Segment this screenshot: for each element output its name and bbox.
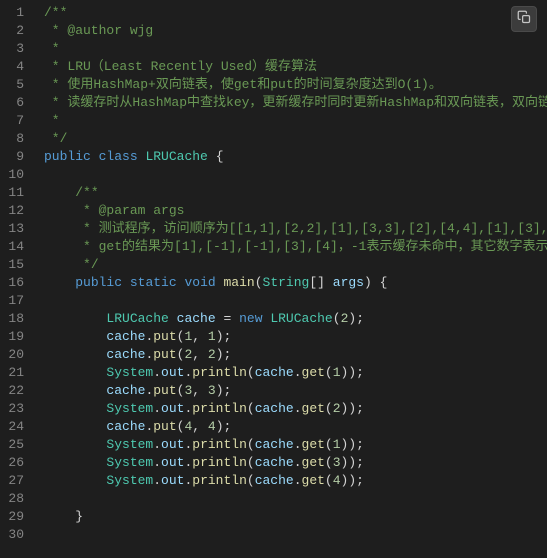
line-number: 10 [4, 166, 24, 184]
line-number: 9 [4, 148, 24, 166]
code-line: * [44, 40, 547, 58]
code-content[interactable]: /** * @author wjg * * LRU（Least Recently… [32, 0, 547, 558]
line-number: 16 [4, 274, 24, 292]
line-number: 29 [4, 508, 24, 526]
line-number: 1 [4, 4, 24, 22]
code-line: * LRU（Least Recently Used）缓存算法 [44, 58, 547, 76]
line-number: 22 [4, 382, 24, 400]
code-line: System.out.println(cache.get(1)); [44, 436, 547, 454]
line-number: 24 [4, 418, 24, 436]
line-number: 7 [4, 112, 24, 130]
code-line: cache.put(2, 2); [44, 346, 547, 364]
line-number: 30 [4, 526, 24, 544]
code-line [44, 526, 547, 544]
code-line: * @author wjg [44, 22, 547, 40]
code-line: LRUCache cache = new LRUCache(2); [44, 310, 547, 328]
code-line [44, 490, 547, 508]
line-number: 12 [4, 202, 24, 220]
line-number: 23 [4, 400, 24, 418]
line-number: 2 [4, 22, 24, 40]
code-editor[interactable]: 1234567891011121314151617181920212223242… [0, 0, 547, 558]
line-number: 18 [4, 310, 24, 328]
code-line: /** [44, 4, 547, 22]
code-line: * @param args [44, 202, 547, 220]
code-line [44, 292, 547, 310]
line-number: 28 [4, 490, 24, 508]
code-line: */ [44, 130, 547, 148]
code-line: System.out.println(cache.get(2)); [44, 400, 547, 418]
code-line: System.out.println(cache.get(3)); [44, 454, 547, 472]
code-line: public static void main(String[] args) { [44, 274, 547, 292]
code-line: * [44, 112, 547, 130]
copy-icon [517, 10, 532, 29]
code-line: public class LRUCache { [44, 148, 547, 166]
code-line: } [44, 508, 547, 526]
code-line: System.out.println(cache.get(4)); [44, 472, 547, 490]
code-line: /** [44, 184, 547, 202]
code-line: * 读缓存时从HashMap中查找key，更新缓存时同时更新HashMap和双向… [44, 94, 547, 112]
code-line: System.out.println(cache.get(1)); [44, 364, 547, 382]
line-number: 19 [4, 328, 24, 346]
code-line: cache.put(1, 1); [44, 328, 547, 346]
code-line: cache.put(4, 4); [44, 418, 547, 436]
line-number: 13 [4, 220, 24, 238]
code-line: * 使用HashMap+双向链表，使get和put的时间复杂度达到O(1)。 [44, 76, 547, 94]
line-number: 4 [4, 58, 24, 76]
code-line: * get的结果为[1],[-1],[-1],[3],[4]，-1表示缓存未命中… [44, 238, 547, 256]
line-number: 25 [4, 436, 24, 454]
line-number: 27 [4, 472, 24, 490]
line-number: 11 [4, 184, 24, 202]
copy-button[interactable] [511, 6, 537, 32]
code-line: * 测试程序，访问顺序为[[1,1],[2,2],[1],[3,3],[2],[… [44, 220, 547, 238]
line-number: 15 [4, 256, 24, 274]
line-number-gutter: 1234567891011121314151617181920212223242… [0, 0, 32, 558]
line-number: 5 [4, 76, 24, 94]
line-number: 17 [4, 292, 24, 310]
code-line: cache.put(3, 3); [44, 382, 547, 400]
line-number: 14 [4, 238, 24, 256]
line-number: 26 [4, 454, 24, 472]
code-line [44, 166, 547, 184]
line-number: 8 [4, 130, 24, 148]
line-number: 21 [4, 364, 24, 382]
line-number: 6 [4, 94, 24, 112]
line-number: 3 [4, 40, 24, 58]
code-line: */ [44, 256, 547, 274]
line-number: 20 [4, 346, 24, 364]
